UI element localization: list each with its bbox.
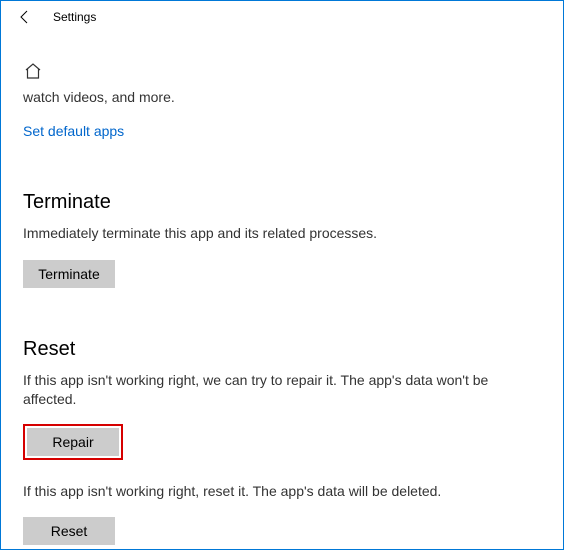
home-icon <box>23 61 43 81</box>
terminate-heading: Terminate <box>23 191 541 214</box>
terminate-button[interactable]: Terminate <box>23 260 115 288</box>
repair-description: If this app isn't working right, we can … <box>23 371 523 410</box>
titlebar: Settings <box>1 1 563 33</box>
repair-button[interactable]: Repair <box>27 428 119 456</box>
home-row[interactable] <box>23 61 541 81</box>
terminate-description: Immediately terminate this app and its r… <box>23 224 523 244</box>
back-arrow-icon <box>17 9 33 25</box>
reset-heading: Reset <box>23 338 541 361</box>
clipped-description: watch videos, and more. <box>23 89 541 105</box>
reset-button[interactable]: Reset <box>23 517 115 545</box>
set-default-apps-link[interactable]: Set default apps <box>23 123 124 139</box>
reset-description: If this app isn't working right, reset i… <box>23 482 523 502</box>
content-area: watch videos, and more. Set default apps… <box>1 61 563 545</box>
window-title: Settings <box>53 10 96 24</box>
back-button[interactable] <box>9 1 41 33</box>
repair-highlight: Repair <box>23 424 123 460</box>
